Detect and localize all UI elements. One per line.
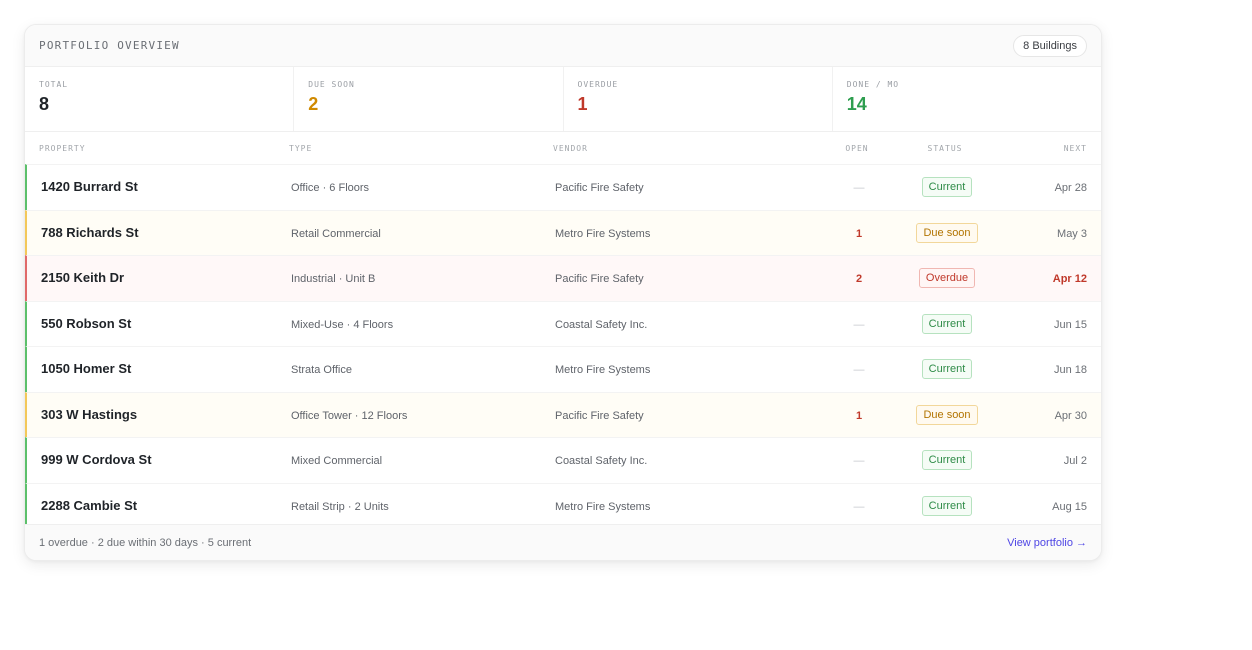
stat-label: TOTAL xyxy=(39,80,69,89)
footer-summary: 1 overdue · 2 due within 30 days · 5 cur… xyxy=(39,536,252,549)
stat-overdue: OVERDUE 1 xyxy=(564,67,833,131)
vendor-name: Metro Fire Systems xyxy=(555,364,651,377)
next-date: Apr 30 xyxy=(1054,409,1087,422)
column-header-property[interactable]: PROPERTY xyxy=(25,144,289,153)
column-header-open[interactable]: OPEN xyxy=(817,144,897,153)
status-badge: Due soon xyxy=(916,222,978,243)
buildings-count-badge: 8 Buildings xyxy=(1013,34,1087,57)
open-count: — xyxy=(853,182,865,195)
status-badge: Current xyxy=(921,495,973,516)
table-row[interactable]: 2150 Keith Dr Industrial · Unit B Pacific … xyxy=(25,255,1101,301)
next-date: Aug 15 xyxy=(1052,500,1087,513)
next-date: Jun 15 xyxy=(1053,318,1087,331)
column-header-type[interactable]: TYPE xyxy=(289,144,553,153)
card-title: PORTFOLIO OVERVIEW xyxy=(39,39,180,52)
property-type: Strata Office xyxy=(291,364,352,377)
open-count: 1 xyxy=(855,227,863,240)
table-row[interactable]: 303 W Hastings Office Tower · 12 Floors Pa… xyxy=(25,391,1101,437)
stat-label: DUE SOON xyxy=(308,80,355,89)
vendor-name: Pacific Fire Safety xyxy=(555,409,644,422)
property-name[interactable]: 999 W Cordova St xyxy=(41,452,152,467)
stat-label: DONE / MO xyxy=(846,80,900,89)
stat-total: TOTAL 8 xyxy=(25,67,295,131)
open-count: 2 xyxy=(855,273,863,286)
property-name[interactable]: 1420 Burrard St xyxy=(41,179,138,194)
open-count: — xyxy=(853,364,865,377)
property-name[interactable]: 2150 Keith Dr xyxy=(41,270,124,285)
vendor-name: Pacific Fire Safety xyxy=(555,182,644,195)
table-body: 1420 Burrard St Office · 6 Floors Pacific … xyxy=(25,164,1101,528)
property-type: Mixed Commercial xyxy=(291,455,383,468)
status-badge: Due soon xyxy=(916,404,978,425)
next-date: Jun 18 xyxy=(1053,364,1087,377)
open-count: 1 xyxy=(855,409,863,422)
status-badge: Overdue xyxy=(918,268,976,289)
status-badge: Current xyxy=(921,359,973,380)
column-header-next[interactable]: NEXT xyxy=(993,144,1101,153)
table-row[interactable]: 1420 Burrard St Office · 6 Floors Pacific … xyxy=(25,164,1101,210)
stat-value: 8 xyxy=(39,94,50,114)
column-header-status[interactable]: STATUS xyxy=(897,144,993,153)
property-type: Industrial · Unit B xyxy=(291,273,376,286)
column-header-vendor[interactable]: VENDOR xyxy=(553,144,817,153)
next-date: Apr 12 xyxy=(1052,273,1087,286)
vendor-name: Metro Fire Systems xyxy=(555,500,651,513)
open-count: — xyxy=(853,455,865,468)
table-row[interactable]: 788 Richards St Retail Commercial Metro Fi… xyxy=(25,209,1101,255)
property-name[interactable]: 1050 Homer St xyxy=(41,361,131,376)
stat-label: OVERDUE xyxy=(577,80,619,89)
property-type: Office · 6 Floors xyxy=(291,182,370,195)
next-date: Jul 2 xyxy=(1063,455,1087,468)
stats-bar: TOTAL 8 DUE SOON 2 OVERDUE 1 DONE / MO 1… xyxy=(25,67,1101,132)
property-type: Retail Commercial xyxy=(291,227,381,240)
property-type: Mixed-Use · 4 Floors xyxy=(291,318,394,331)
table-row[interactable]: 550 Robson St Mixed-Use · 4 Floors Coastal… xyxy=(25,300,1101,346)
table-row[interactable]: 1050 Homer St Strata Office Metro Fire Sys… xyxy=(25,346,1101,392)
property-name[interactable]: 303 W Hastings xyxy=(41,407,137,422)
property-name[interactable]: 2288 Cambie St xyxy=(41,498,137,513)
card-header: PORTFOLIO OVERVIEW 8 Buildings xyxy=(25,25,1101,67)
status-badge: Current xyxy=(921,450,973,471)
next-date: Apr 28 xyxy=(1054,182,1087,195)
stat-value: 1 xyxy=(577,94,588,114)
vendor-name: Coastal Safety Inc. xyxy=(555,455,648,468)
next-date: May 3 xyxy=(1057,227,1087,240)
property-type: Retail Strip · 2 Units xyxy=(291,500,389,513)
portfolio-card: PORTFOLIO OVERVIEW 8 Buildings TOTAL 8 D… xyxy=(24,24,1102,561)
open-count: — xyxy=(853,500,865,513)
open-count: — xyxy=(853,318,865,331)
vendor-name: Metro Fire Systems xyxy=(555,227,651,240)
table-row[interactable]: 999 W Cordova St Mixed Commercial Coastal … xyxy=(25,437,1101,483)
table-row[interactable]: 2288 Cambie St Retail Strip · 2 Units Metr… xyxy=(25,482,1101,528)
stat-value: 14 xyxy=(846,94,867,114)
status-badge: Current xyxy=(921,313,973,334)
stat-due-soon: DUE SOON 2 xyxy=(294,67,564,131)
property-name[interactable]: 788 Richards St xyxy=(41,225,139,240)
status-badge: Current xyxy=(921,177,973,198)
vendor-name: Coastal Safety Inc. xyxy=(555,318,648,331)
card-footer: 1 overdue · 2 due within 30 days · 5 cur… xyxy=(25,524,1101,560)
property-type: Office Tower · 12 Floors xyxy=(291,409,408,422)
stat-done-per-month: DONE / MO 14 xyxy=(833,67,1101,131)
vendor-name: Pacific Fire Safety xyxy=(555,273,644,286)
view-portfolio-link[interactable]: View portfolio → xyxy=(1007,537,1087,549)
stat-value: 2 xyxy=(308,94,319,114)
table-header: PROPERTY TYPE VENDOR OPEN STATUS NEXT xyxy=(25,132,1101,164)
property-name[interactable]: 550 Robson St xyxy=(41,316,131,331)
